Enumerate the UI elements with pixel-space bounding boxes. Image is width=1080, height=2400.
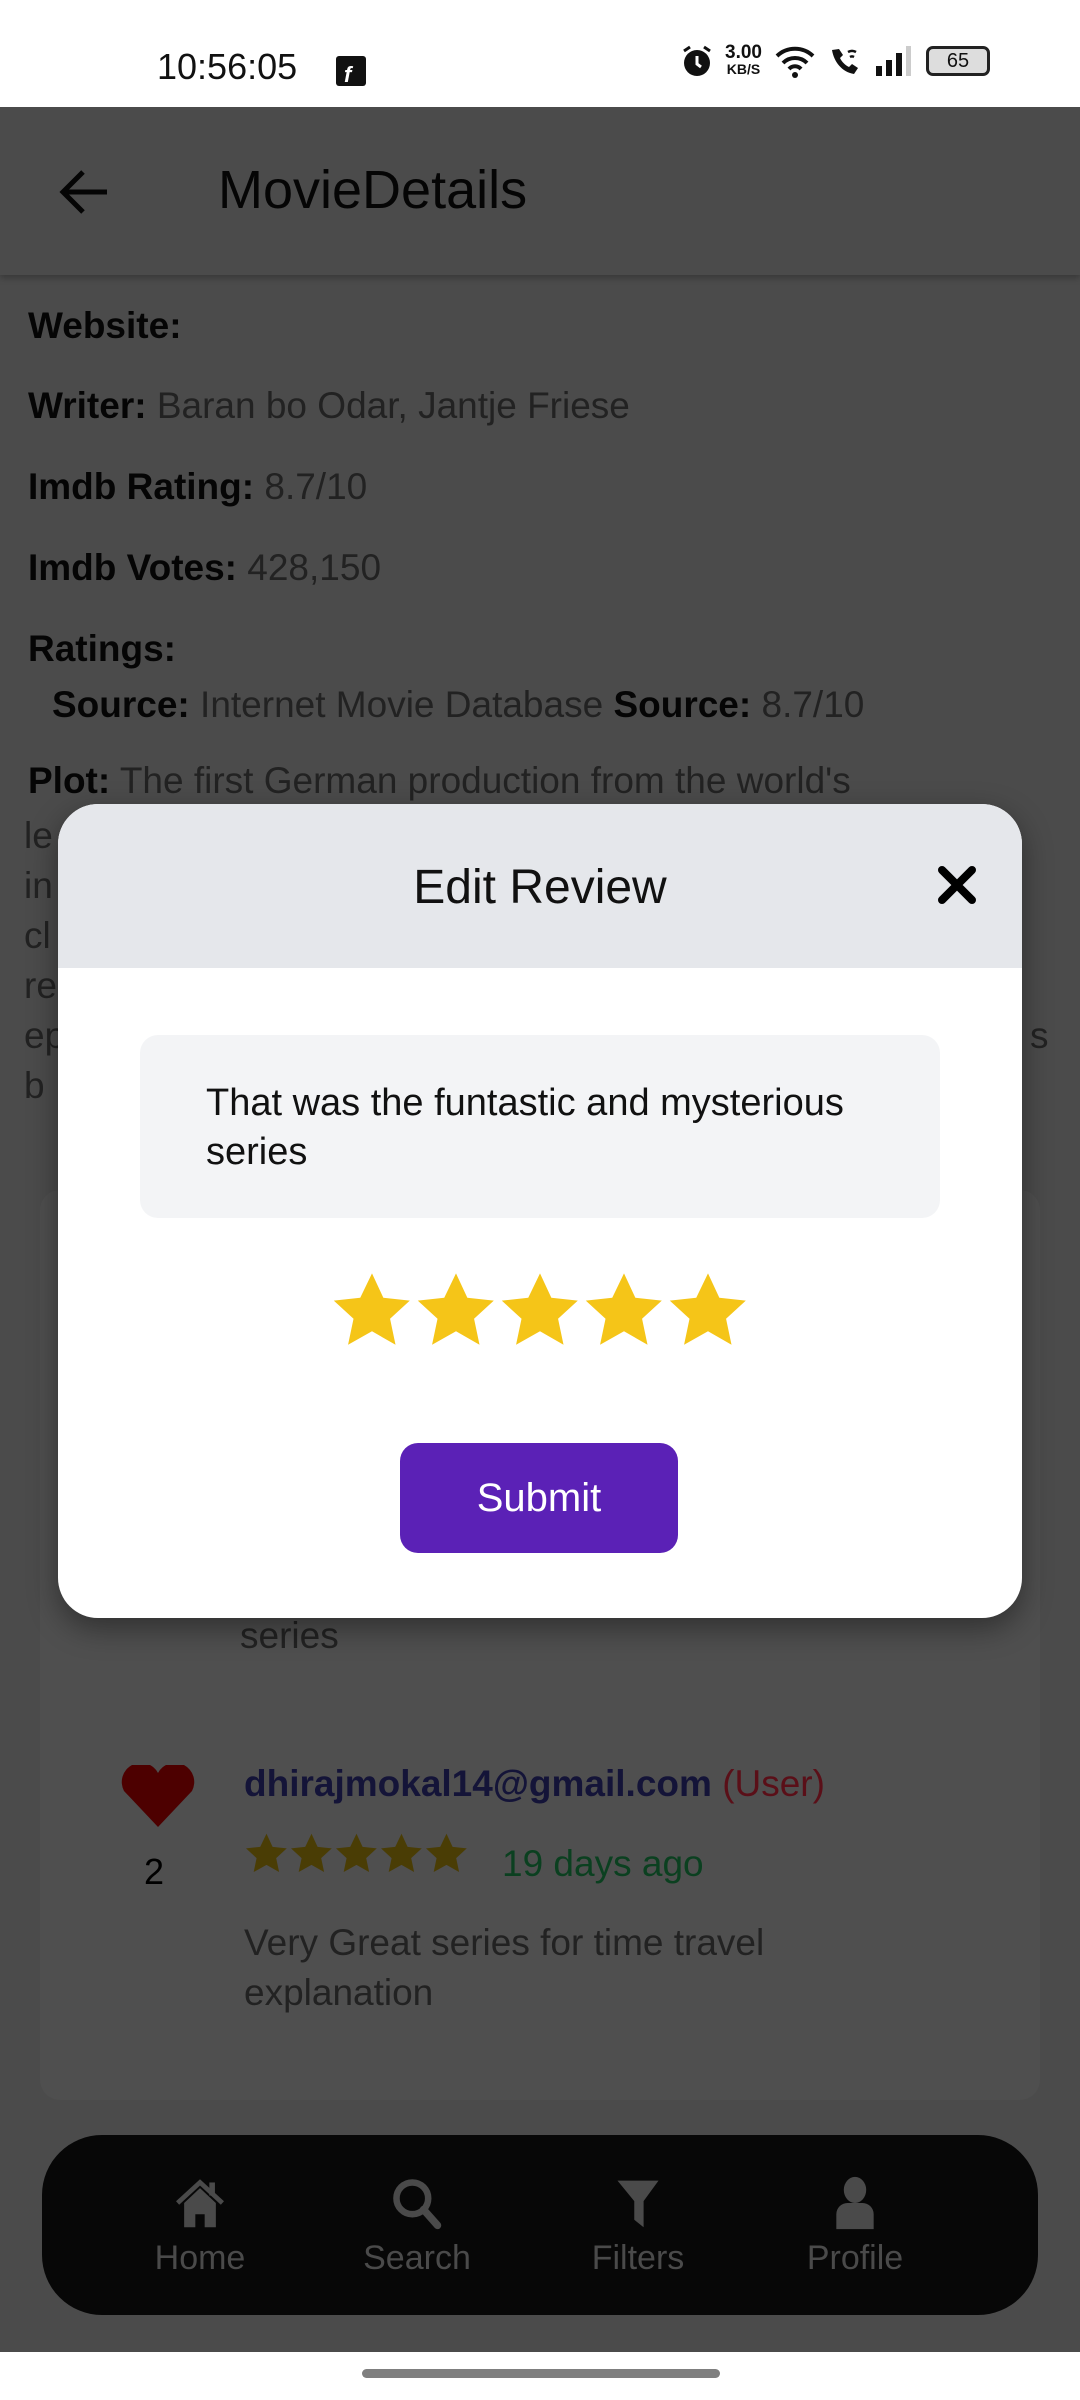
- nav-home[interactable]: Home: [120, 2175, 280, 2278]
- plot-line: in: [24, 865, 53, 906]
- net-speed: 3.00 KB/S: [725, 42, 762, 78]
- search-icon: [393, 2179, 442, 2230]
- nav-profile[interactable]: Profile: [775, 2175, 935, 2278]
- wifi-icon: [775, 46, 815, 78]
- star-icon[interactable]: [414, 1270, 498, 1347]
- close-icon[interactable]: [932, 860, 982, 910]
- review-time: 19 days ago: [502, 1843, 704, 1884]
- home-indicator[interactable]: [362, 2369, 720, 2378]
- source-rating-value: 8.7/10: [761, 684, 865, 725]
- plot-line-end: s: [1030, 1015, 1049, 1056]
- app-bar: MovieDetails: [0, 107, 1080, 275]
- star-icon: [426, 1833, 467, 1873]
- nav-label: Filters: [591, 2239, 685, 2277]
- star-icon[interactable]: [330, 1270, 414, 1347]
- heart-icon[interactable]: [120, 1762, 196, 1827]
- net-speed-value: 3.00: [725, 42, 762, 63]
- back-arrow-icon[interactable]: [55, 162, 115, 222]
- bottom-nav: Home Search Filters Profile: [42, 2135, 1038, 2315]
- battery-indicator: 65: [926, 46, 990, 76]
- imdb-votes-value: 428,150: [247, 547, 382, 588]
- imdb-rating-label: Imdb Rating:: [28, 466, 255, 507]
- plot-line: le: [24, 815, 53, 856]
- imdb-votes-label: Imdb Votes:: [28, 547, 237, 588]
- writer-value: Baran bo Odar, Jantje Friese: [156, 385, 630, 426]
- nav-label: Search: [363, 2239, 471, 2277]
- star-icon: [336, 1833, 377, 1873]
- status-time: 10:56:05: [157, 46, 298, 87]
- nav-label: Profile: [806, 2239, 904, 2277]
- status-icons: 3.00 KB/S 65: [681, 42, 990, 78]
- reviewer-role: (User): [722, 1763, 825, 1804]
- filter-icon: [617, 2180, 659, 2228]
- plot-line: re: [24, 965, 57, 1006]
- plot-line: cl: [24, 915, 51, 956]
- ratings-label: Ratings:: [28, 628, 176, 669]
- like-count: 2: [144, 1851, 165, 1892]
- nav-label: Home: [154, 2239, 246, 2277]
- plot-label: Plot:: [28, 760, 111, 801]
- review-stars: [244, 1832, 469, 1873]
- source-label: Source:: [52, 684, 190, 725]
- star-icon: [381, 1833, 422, 1873]
- imdb-votes-row: Imdb Votes: 428,150: [28, 547, 381, 589]
- review-text: Very Great series for time travel explan…: [244, 1922, 765, 2013]
- ratings-row: Ratings:: [28, 628, 176, 670]
- source-value: Internet Movie Database: [200, 684, 604, 725]
- nav-filters[interactable]: Filters: [558, 2175, 718, 2278]
- star-icon: [291, 1833, 332, 1873]
- page-title: MovieDetails: [218, 160, 528, 220]
- gesture-bar: [0, 2352, 1080, 2400]
- imdb-rating-row: Imdb Rating: 8.7/10: [28, 466, 367, 508]
- submit-button[interactable]: Submit: [400, 1443, 678, 1553]
- plot-row: Plot: The first German production from t…: [28, 760, 851, 802]
- review-item: 2: [120, 1762, 196, 1892]
- rating-stars: [330, 1270, 750, 1347]
- review-text: series: [240, 1615, 339, 1656]
- review-email-row: dhirajmokal14@gmail.com (User): [244, 1763, 825, 1805]
- wifi-call-icon: [832, 49, 858, 74]
- website-label: Website:: [28, 305, 182, 346]
- modal-title: Edit Review: [413, 861, 667, 914]
- plot-line: b: [24, 1065, 45, 1106]
- website-row: Website:: [28, 305, 182, 347]
- plot-text: The first German production from the wor…: [119, 760, 851, 801]
- star-icon: [246, 1833, 287, 1873]
- flipkart-icon: f: [336, 56, 366, 87]
- home-icon: [176, 2179, 224, 2228]
- star-icon[interactable]: [666, 1270, 750, 1347]
- reviewer-email[interactable]: dhirajmokal14@gmail.com: [244, 1763, 712, 1804]
- imdb-rating-value: 8.7/10: [264, 466, 368, 507]
- star-icon[interactable]: [582, 1270, 666, 1347]
- source-row: Source: Internet Movie Database Source: …: [52, 684, 864, 726]
- status-bar: 10:56:05 f 3.00 KB/S 65: [0, 0, 1080, 107]
- signal-icon: [876, 46, 911, 76]
- net-speed-unit: KB/S: [726, 61, 761, 77]
- alarm-icon: [683, 45, 711, 76]
- edit-review-modal: Edit Review That was the funtastic and m…: [58, 804, 1022, 1618]
- profile-icon: [836, 2176, 874, 2230]
- writer-label: Writer:: [28, 385, 147, 426]
- nav-search[interactable]: Search: [337, 2175, 497, 2278]
- star-icon[interactable]: [498, 1270, 582, 1347]
- review-textarea[interactable]: That was the funtastic and mysterious se…: [140, 1035, 940, 1218]
- writer-row: Writer: Baran bo Odar, Jantje Friese: [28, 385, 630, 427]
- source-label-2: Source:: [613, 684, 752, 725]
